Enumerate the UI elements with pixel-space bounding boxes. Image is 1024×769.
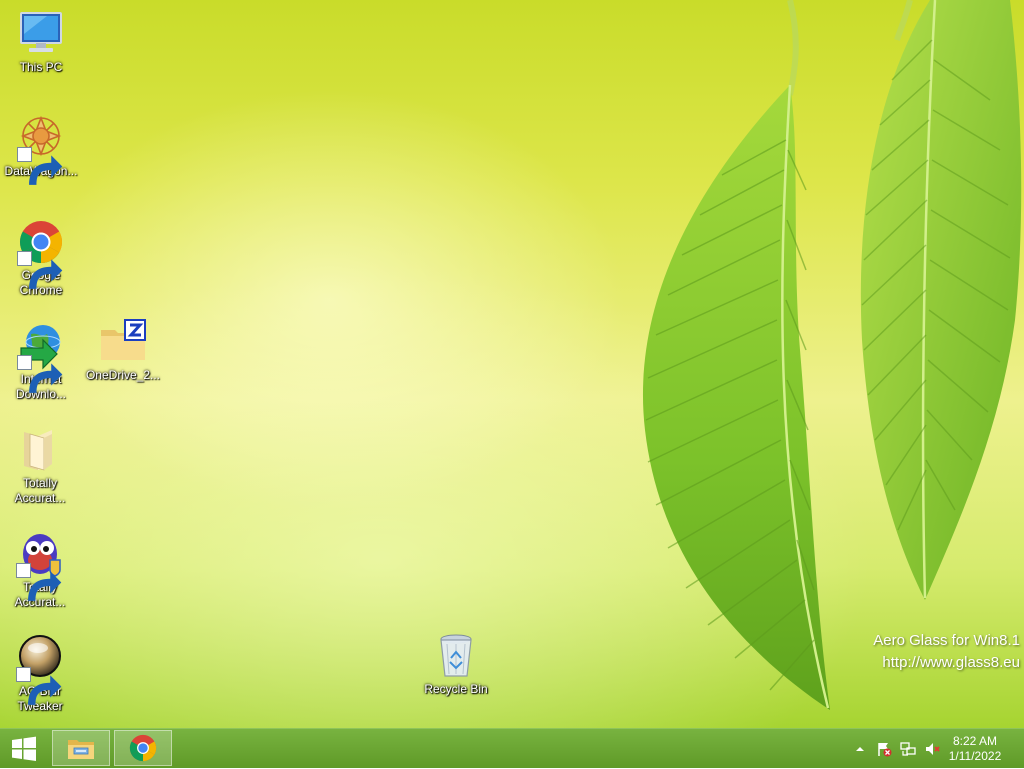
zip-folder-icon [101, 319, 146, 360]
chevron-up-icon [856, 747, 864, 751]
this-pc-icon [20, 12, 62, 52]
desktop-icon-ag-blur-tweaker[interactable]: AG Blur Tweaker [0, 634, 80, 714]
recycle-bin-icon [440, 634, 472, 677]
speaker-muted-icon [926, 743, 940, 755]
network-icon [900, 742, 916, 756]
taskbar-chrome-button[interactable] [114, 730, 172, 766]
file-explorer-icon [68, 740, 94, 759]
desktop-icon-label: OneDrive_2... [85, 368, 161, 382]
desktop-icon-this-pc[interactable]: This PC [1, 10, 81, 75]
clock-date: 1/11/2022 [948, 749, 1002, 763]
desktop-icon-totally-accurate-folder[interactable]: Totally Accurat... [0, 426, 80, 506]
shortcut-arrow-icon [17, 251, 63, 289]
shortcut-arrow-icon [16, 563, 62, 601]
desktop-icon-totally-accurate-shortcut[interactable]: Totally Accurat... [0, 530, 80, 610]
aero-glass-watermark: Aero Glass for Win8.1 http://www.glass8.… [873, 630, 1020, 674]
taskbar[interactable]: 8:22 AM 1/11/2022 [0, 728, 1024, 768]
desktop[interactable]: This PC DataWagon... [0, 0, 1024, 728]
desktop-icon-label: Totally Accurat... [14, 476, 66, 505]
shortcut-arrow-icon [16, 667, 62, 705]
folder-icon [24, 430, 52, 471]
desktop-icon-internet-download-manager[interactable]: Internet Downlo... [1, 322, 81, 402]
network-button[interactable] [898, 740, 918, 758]
system-tray [846, 739, 942, 759]
volume-button[interactable] [922, 740, 942, 758]
windows-logo-icon [12, 736, 36, 761]
clock-time: 8:22 AM [952, 734, 998, 748]
watermark-line-1: Aero Glass for Win8.1 [873, 632, 1020, 649]
desktop-icon-google-chrome[interactable]: Google Chrome [1, 218, 81, 298]
desktop-icon-recycle-bin[interactable]: Recycle Bin [416, 632, 496, 697]
desktop-icon-onedrive-zip[interactable]: OneDrive_2... [83, 318, 163, 383]
desktop-icon-label: Recycle Bin [424, 682, 488, 696]
desktop-icon-datawagon[interactable]: DataWagon... [1, 114, 81, 185]
shortcut-arrow-icon [17, 147, 63, 185]
show-hidden-icons-button[interactable] [850, 740, 870, 758]
action-center-flag-icon [878, 743, 892, 757]
taskbar-file-explorer-button[interactable] [52, 730, 110, 766]
shortcut-arrow-icon [17, 355, 63, 393]
action-center-button[interactable] [874, 740, 894, 758]
chrome-icon [129, 734, 157, 762]
start-button[interactable] [0, 729, 48, 769]
taskbar-clock[interactable]: 8:22 AM 1/11/2022 [942, 734, 1008, 764]
watermark-line-2: http://www.glass8.eu [882, 654, 1020, 671]
desktop-icon-label: This PC [19, 60, 63, 74]
